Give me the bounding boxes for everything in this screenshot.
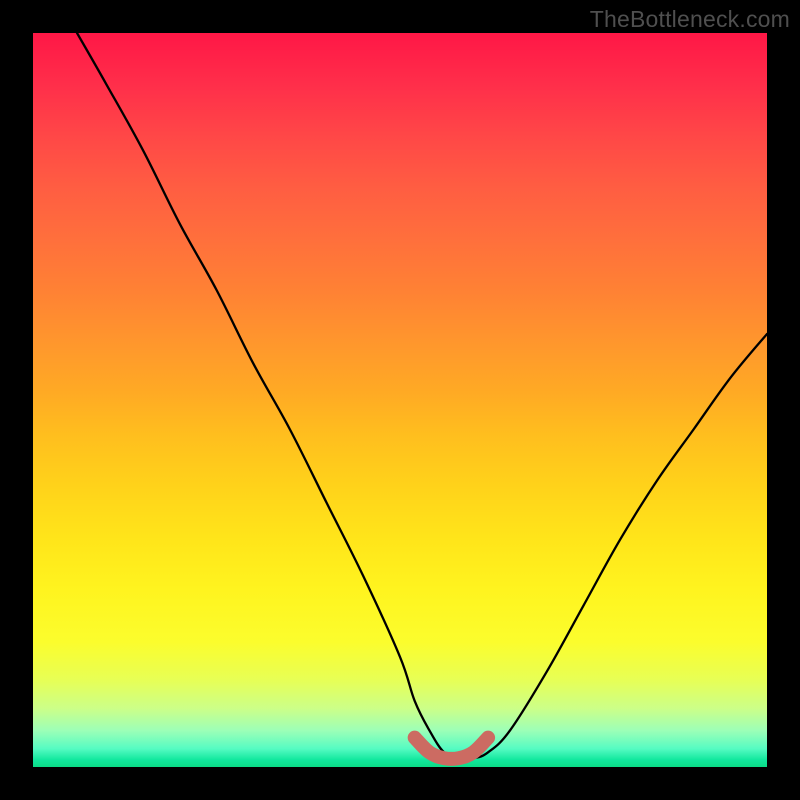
chart-frame: TheBottleneck.com [0, 0, 800, 800]
chart-plot-area [33, 33, 767, 767]
optimal-region-line [415, 738, 488, 759]
chart-svg [33, 33, 767, 767]
watermark-text: TheBottleneck.com [590, 6, 790, 33]
bottleneck-curve-line [77, 33, 767, 759]
